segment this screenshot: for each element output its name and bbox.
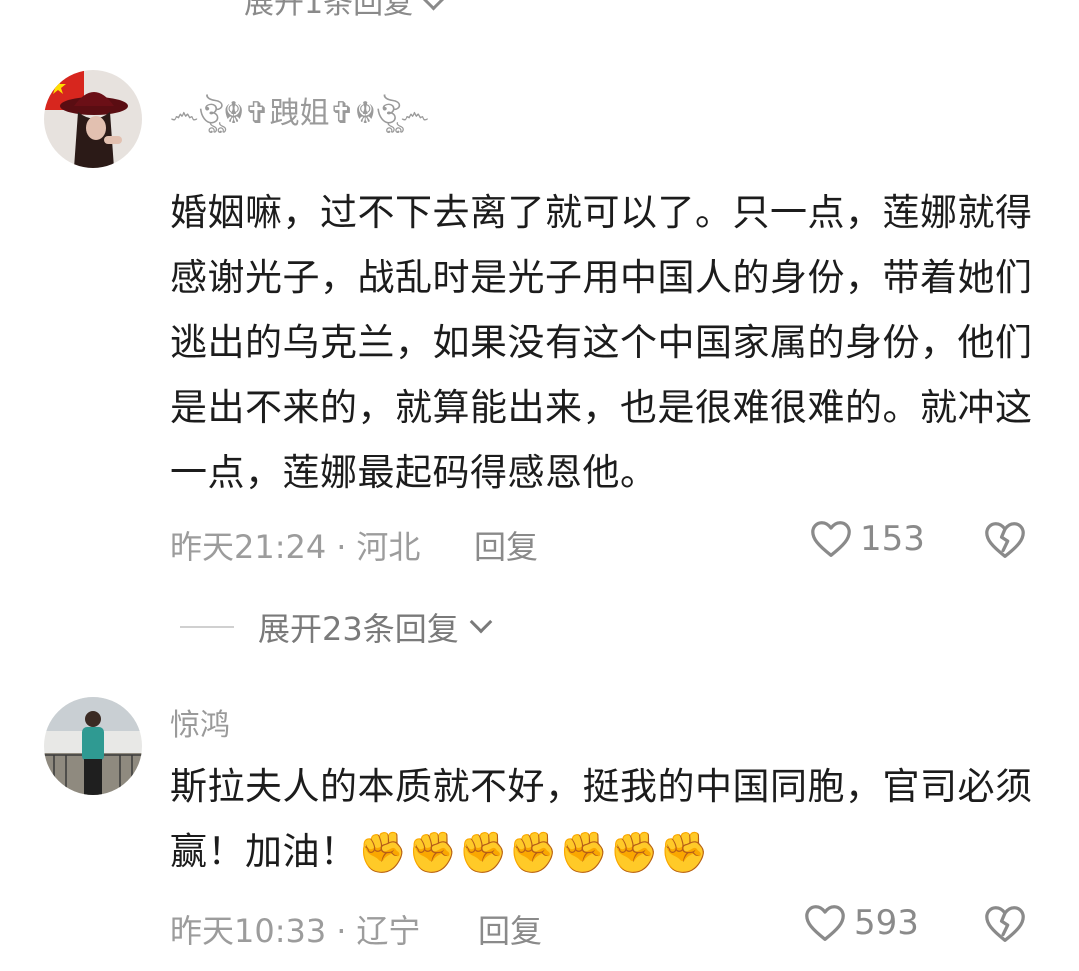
expand-replies-label: 展开23条回复: [258, 610, 459, 648]
reply-button[interactable]: 回复: [478, 906, 542, 952]
expand-replies-button[interactable]: 展开23条回复: [180, 604, 493, 650]
divider-line: [180, 626, 234, 628]
comment-location: 辽宁: [356, 912, 421, 950]
expand-replies-label: 展开1条回复: [244, 0, 414, 21]
heart-outline-icon: [811, 521, 851, 557]
broken-heart-icon[interactable]: [982, 901, 1028, 947]
comment-text: 婚姻嘛，过不下去离了就可以了。只一点，莲娜就得感谢光子，战乱时是光子用中国人的身…: [170, 191, 1033, 494]
avatar[interactable]: [44, 70, 142, 168]
avatar[interactable]: [44, 697, 142, 795]
comment-time: 昨天10:33: [170, 912, 327, 950]
username[interactable]: ෴ঔৣ☬✞跩姐✞☬ঔৣ෴: [170, 88, 429, 140]
like-count: 153: [860, 519, 925, 559]
comment-text: 斯拉夫人的本质就不好，挺我的中国同胞，官司必须赢！加油！✊✊✊✊✊✊✊: [170, 754, 1040, 886]
chevron-down-icon: [469, 610, 493, 634]
meta-separator: ·: [336, 912, 347, 950]
comment-time: 昨天21:24: [170, 528, 327, 566]
like-count: 593: [854, 903, 919, 943]
broken-heart-icon[interactable]: [982, 517, 1028, 563]
like-button[interactable]: 593: [802, 900, 919, 946]
like-button[interactable]: 153: [808, 516, 925, 562]
comment-meta: 昨天10:33 · 辽宁: [170, 906, 420, 952]
username[interactable]: 惊鸿: [170, 700, 230, 744]
raised-fist-emoji-icon: ✊✊✊✊✊✊✊: [357, 830, 710, 876]
chevron-down-icon: [421, 0, 446, 11]
heart-outline-icon: [805, 905, 845, 941]
comment-meta: 昨天21:24 · 河北: [170, 522, 420, 568]
meta-separator: ·: [336, 528, 347, 566]
reply-button[interactable]: 回复: [474, 522, 538, 568]
comment-location: 河北: [356, 528, 421, 566]
expand-replies-partial[interactable]: 展开1条回复: [244, 0, 446, 22]
